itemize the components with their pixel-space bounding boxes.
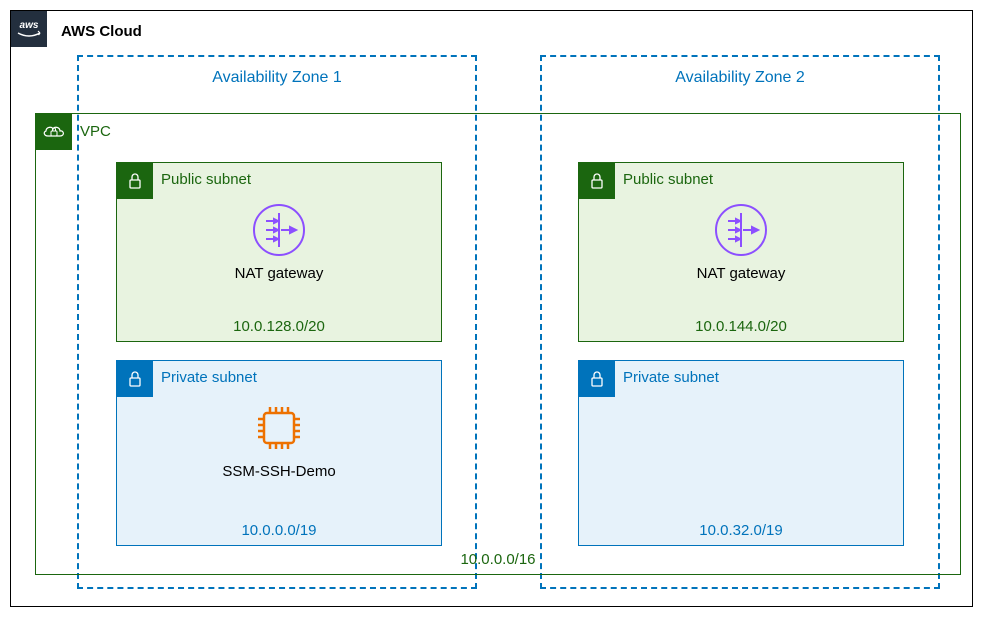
diagram-canvas: aws AWS Cloud Availability Zone 1 Availa… [0,0,983,617]
private-subnet-1: Private subnet [116,360,442,546]
vpc-icon [36,114,72,150]
aws-cloud-box: aws AWS Cloud Availability Zone 1 Availa… [10,10,973,607]
ec2-instance-label: SSM-SSH-Demo [117,463,441,480]
subnet-label: Public subnet [623,171,713,188]
subnet-label: Public subnet [161,171,251,188]
nat-gateway-icon [714,203,768,257]
lock-icon [117,163,153,199]
nat-gateway-label: NAT gateway [117,265,441,282]
az1-label: Availability Zone 1 [79,69,475,87]
nat-gateway-label: NAT gateway [579,265,903,282]
vpc-label: VPC [80,123,111,140]
subnet-cidr: 10.0.144.0/20 [579,318,903,335]
vpc-cidr: 10.0.0.0/16 [36,551,960,568]
lock-icon [579,163,615,199]
lock-icon [117,361,153,397]
subnet-label: Private subnet [161,369,257,386]
svg-text:aws: aws [20,20,39,31]
subnet-cidr: 10.0.0.0/19 [117,522,441,539]
public-subnet-2: Public subnet NAT gateway 10.0.144.0/20 [578,162,904,342]
lock-icon [579,361,615,397]
ec2-instance-icon [252,401,306,455]
aws-icon: aws [11,11,47,47]
vpc-box: VPC 10.0.0.0/16 Public subnet [35,113,961,575]
public-subnet-1: Public subnet NAT gateway 10.0.128.0/20 [116,162,442,342]
aws-cloud-label: AWS Cloud [61,23,142,40]
nat-gateway-icon [252,203,306,257]
private-subnet-2: Private subnet 10.0.32.0/19 [578,360,904,546]
az2-label: Availability Zone 2 [542,69,938,87]
subnet-label: Private subnet [623,369,719,386]
subnet-cidr: 10.0.32.0/19 [579,522,903,539]
subnet-cidr: 10.0.128.0/20 [117,318,441,335]
